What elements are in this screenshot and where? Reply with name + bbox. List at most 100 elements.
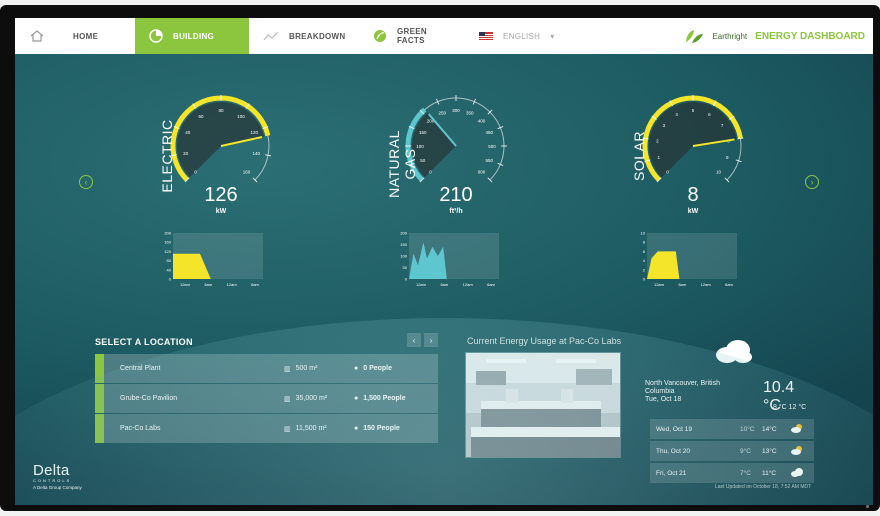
nav-breakdown[interactable]: BREAKDOWN — [249, 18, 359, 54]
people-value: 0 People — [363, 365, 393, 372]
nav-building-label: BUILDING — [173, 31, 215, 41]
delta-sub: CONTROLS — [33, 478, 72, 483]
current-usage-title: Current Energy Usage at Pac-Co Labs — [467, 336, 622, 346]
chart-y-tick: 40 — [167, 267, 172, 272]
gauge-tick-label: 0 — [666, 169, 669, 174]
home-icon — [30, 30, 44, 42]
gauge-tick-label: 0 — [194, 169, 197, 174]
delta-wordmark: Delta — [33, 462, 70, 479]
forecast-high: 13°C — [762, 447, 777, 455]
gauge-tick-label: 140 — [253, 151, 261, 156]
pager-prev-button[interactable]: ‹ — [407, 333, 421, 347]
building-pie-icon — [149, 29, 163, 43]
building-icon: ▥ — [284, 425, 291, 433]
chart-y-tick: 6 — [643, 249, 646, 254]
prev-arrow-button[interactable]: ‹ — [79, 175, 93, 189]
home-button[interactable] — [15, 18, 59, 54]
person-icon: ● — [354, 395, 359, 402]
sun-cloud-icon — [790, 445, 804, 457]
weather-date: Tue, Oct 18 — [645, 396, 682, 403]
chart-y-tick: 0 — [405, 277, 408, 282]
forecast-high: 14°C — [762, 425, 777, 433]
electric-gauge[interactable]: 0 20 40 60 80 100 120 140 160 ELECTRIC 126 kW — [135, 78, 285, 248]
forecast-row: Thu, Oct 20 9°C 13°C — [650, 441, 814, 461]
chart-x-tick: 6am — [678, 282, 686, 287]
us-flag-icon — [479, 32, 493, 40]
gauge-unit: ft³/h — [449, 208, 463, 215]
forecast-low: 7°C — [740, 469, 751, 477]
top-nav: HOME BUILDING BREAKDOWN GREEN FACTS ENGL… — [15, 18, 873, 54]
gauge-value: 8 — [687, 184, 699, 206]
cloud-icon — [713, 338, 753, 369]
gauge-tick-label: 400 — [478, 119, 486, 124]
dashboard-screen: HOME BUILDING BREAKDOWN GREEN FACTS ENGL… — [15, 18, 873, 505]
area-value: 11,500 m² — [295, 425, 327, 432]
natural-gas-trend-chart: 200 150 100 50 0 12am 6am 12am 6am — [400, 231, 499, 287]
chart-x-tick: 12am — [463, 282, 474, 287]
nav-green-facts[interactable]: GREEN FACTS — [359, 18, 465, 54]
location-item[interactable]: Grube-Co Pavilion ▥ 35,000 m² ● 1,500 Peop… — [95, 384, 438, 413]
gauge-tick-label: 40 — [185, 130, 191, 135]
gauge-tick-label: 450 — [486, 130, 494, 135]
area-value: 500 m² — [295, 365, 318, 372]
gauge-tick-label: 50 — [420, 158, 426, 163]
weather-range: 8 °C 12 °C — [773, 404, 807, 411]
gauge-unit: kW — [687, 208, 699, 215]
natural-gas-gauge[interactable]: 0 50 100 150 200 250 300 350 400 450 500 550 600 NAT… — [370, 78, 520, 248]
location-item[interactable]: Central Plant ▥ 500 m² ● 0 People — [95, 354, 438, 383]
gauge-dial: 012345678910 — [642, 95, 744, 183]
location-people: ● 0 People — [354, 365, 392, 372]
gauge-tick-label: 500 — [488, 144, 496, 149]
building-icon: ▥ — [284, 395, 291, 403]
chart-y-tick: 150 — [400, 242, 407, 247]
gauge-tick-label: 350 — [466, 111, 474, 116]
next-arrow-button[interactable]: › — [805, 175, 819, 189]
gauge-tick-label: 600 — [478, 169, 486, 174]
gauge-tick-label: 9 — [726, 155, 729, 160]
location-people: ● 1,500 People — [354, 395, 406, 402]
language-select[interactable]: ENGLISH ▾ — [465, 18, 569, 54]
gauge-unit: kW — [215, 208, 227, 215]
location-area: ▥ 35,000 m² — [284, 395, 354, 403]
forecast-list: Wed, Oct 19 10°C 14°C Thu, Oct 20 9°C 13… — [650, 419, 814, 485]
nav-green-facts-label: GREEN FACTS — [397, 27, 427, 45]
last-updated: Last Updated on October 18, 7:52 AM MDT — [715, 484, 812, 490]
gauge-track — [254, 135, 270, 181]
chart-y-tick: 0 — [169, 277, 172, 282]
location-area: ▥ 11,500 m² — [284, 425, 354, 433]
forecast-row: Wed, Oct 19 10°C 14°C — [650, 419, 814, 439]
chart-y-tick: 50 — [403, 265, 408, 270]
forecast-row: Fri, Oct 21 7°C 11°C — [650, 463, 814, 483]
location-item[interactable]: Pac-Co Labs ▥ 11,500 m² ● 150 People — [95, 414, 438, 443]
chart-y-tick: 2 — [643, 267, 646, 272]
chart-x-tick: 6am — [440, 282, 448, 287]
chevron-down-icon: ▾ — [550, 31, 555, 41]
forecast-high: 11°C — [762, 469, 777, 477]
gauge-dial: 0 20 40 60 80 100 120 140 160 — [170, 95, 272, 183]
delta-controls-logo: Delta CONTROLS A Delta Group Company — [33, 462, 82, 490]
sun-cloud-icon — [790, 423, 804, 435]
power-indicator — [866, 505, 869, 508]
nav-breakdown-label: BREAKDOWN — [289, 31, 346, 41]
chart-x-tick: 6am — [725, 282, 733, 287]
nav-home-label[interactable]: HOME — [59, 18, 135, 54]
nav-building[interactable]: BUILDING — [135, 18, 249, 54]
weather-city: North Vancouver, British Columbia — [645, 380, 720, 395]
chart-x-tick: 12am — [180, 282, 191, 287]
pager-next-button[interactable]: › — [424, 333, 438, 347]
location-area: ▥ 500 m² — [284, 365, 354, 373]
forecast-day: Thu, Oct 20 — [656, 447, 690, 455]
solar-gauge[interactable]: 012345678910 SOLAR 8 kW — [607, 78, 757, 248]
delta-company: A Delta Group Company — [33, 485, 82, 490]
chevron-right-icon: › — [429, 335, 433, 345]
location-name: Pac-Co Labs — [120, 425, 161, 432]
gauge-tick-label: 160 — [243, 169, 251, 174]
solar-trend-chart: 10 8 6 4 2 0 12am 6am 12am 6am — [641, 231, 737, 287]
chevron-right-icon: › — [810, 177, 814, 187]
gauge-tick-label: 60 — [198, 114, 204, 119]
area-value: 35,000 m² — [295, 395, 328, 402]
person-icon: ● — [354, 365, 359, 372]
chart-y-tick: 4 — [643, 258, 646, 263]
gauge-tick-label: 0 — [429, 169, 432, 174]
location-pager: ‹ › — [407, 333, 438, 347]
